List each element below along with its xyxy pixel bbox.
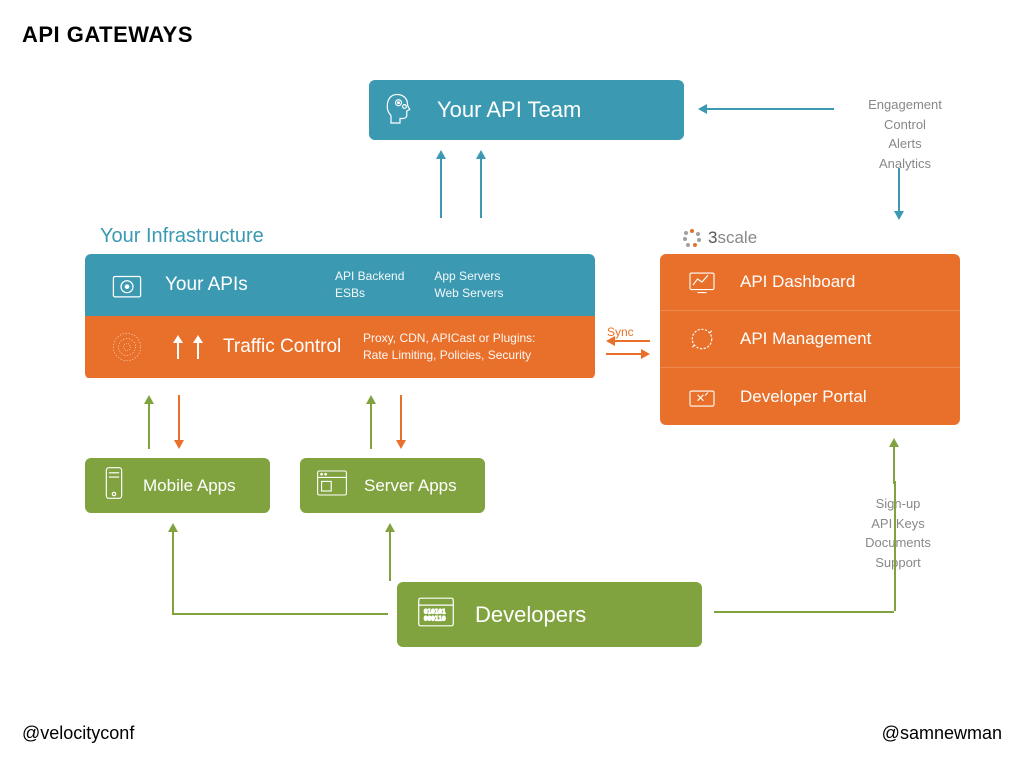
svg-text:010101: 010101	[424, 609, 446, 616]
your-apis-label: Your APIs	[165, 274, 335, 296]
head-gears-icon	[385, 90, 421, 131]
apis-sub2: App ServersWeb Servers	[434, 268, 503, 302]
dashboard-icon	[682, 262, 722, 302]
developers-label: Developers	[475, 602, 586, 628]
signup-notes: Sign-upAPI KeysDocumentsSupport	[843, 494, 953, 572]
developers-box: 010101000110 Developers	[397, 582, 702, 647]
api-management-row: API Management	[660, 311, 960, 368]
api-dashboard-row: API Dashboard	[660, 254, 960, 311]
server-apps-box: Server Apps	[300, 458, 485, 513]
binary-icon: 010101000110	[417, 596, 455, 633]
tools-icon	[682, 377, 722, 417]
threescale-box: API Dashboard API Management Developer P…	[660, 254, 960, 425]
svg-text:000110: 000110	[424, 616, 446, 623]
slide-title: API GATEWAYS	[22, 22, 193, 48]
globe-icon	[107, 327, 147, 367]
infrastructure-header: Your Infrastructure	[100, 225, 264, 248]
mobile-icon	[101, 466, 127, 505]
mobile-apps-box: Mobile Apps	[85, 458, 270, 513]
mobile-apps-label: Mobile Apps	[143, 476, 236, 496]
engagement-notes: EngagementControlAlertsAnalytics	[845, 95, 965, 173]
your-apis-row: Your APIs API BackendESBs App ServersWeb…	[85, 254, 595, 316]
traffic-control-label: Traffic Control	[223, 336, 363, 358]
api-team-label: Your API Team	[437, 97, 581, 123]
traffic-control-row: Traffic Control Proxy, CDN, APICast or P…	[85, 316, 595, 378]
traffic-sub: Proxy, CDN, APICast or Plugins:Rate Limi…	[363, 330, 536, 364]
apis-sub1: API BackendESBs	[335, 268, 404, 302]
footer-left: @velocityconf	[22, 723, 134, 744]
refresh-icon	[682, 319, 722, 359]
developer-portal-row: Developer Portal	[660, 368, 960, 425]
server-apps-label: Server Apps	[364, 476, 457, 496]
dots-icon	[682, 228, 702, 248]
window-icon	[316, 469, 348, 502]
api-team-box: Your API Team	[369, 80, 684, 140]
footer-right: @samnewman	[882, 723, 1002, 744]
gear-icon	[107, 265, 147, 305]
infrastructure-box: Your APIs API BackendESBs App ServersWeb…	[85, 254, 595, 379]
threescale-logo: 3scale	[682, 228, 757, 248]
up-arrows-icon	[173, 335, 203, 359]
